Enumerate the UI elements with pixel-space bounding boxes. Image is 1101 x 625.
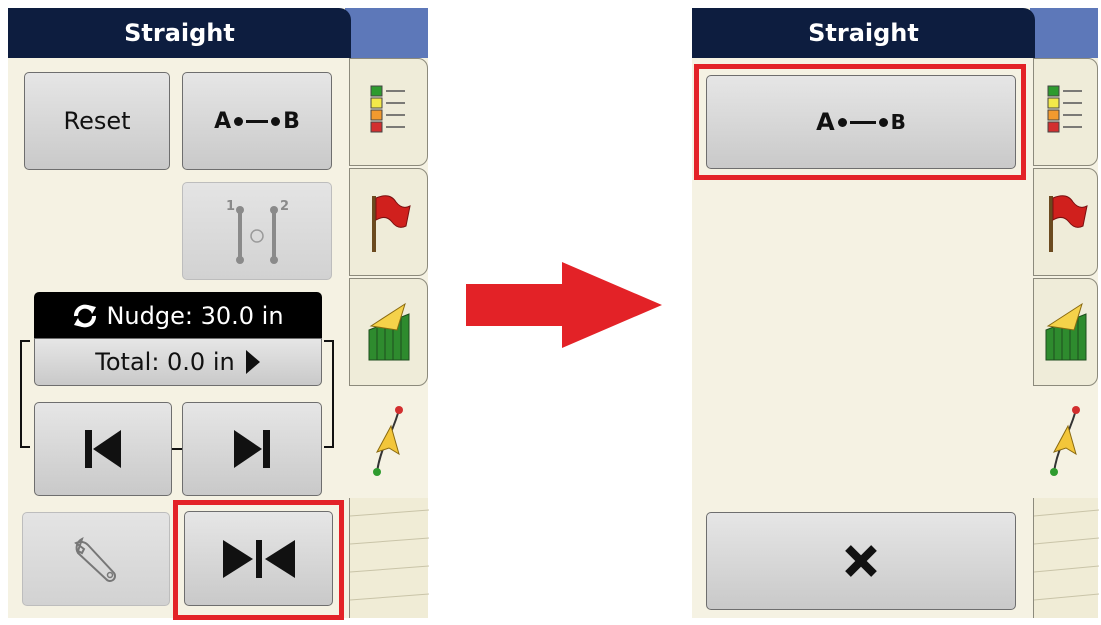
recenter-button[interactable] bbox=[184, 511, 333, 606]
ab-line-button-right[interactable]: A B bbox=[706, 75, 1016, 169]
point-1-label: 1 bbox=[226, 199, 235, 214]
right-bracket bbox=[324, 340, 334, 448]
wrench-icon bbox=[74, 536, 116, 582]
ab-point-a: A bbox=[214, 108, 232, 134]
right-top-strip bbox=[1030, 8, 1098, 58]
reset-button-label: Reset bbox=[63, 107, 131, 135]
map-grid bbox=[1033, 509, 1100, 601]
right-map-preview bbox=[1033, 498, 1100, 618]
ab-line-button[interactable]: A B bbox=[182, 72, 332, 170]
point-2-label: 2 bbox=[280, 199, 289, 214]
arrow-right-icon bbox=[466, 262, 662, 348]
nudge-header[interactable]: Nudge: 30.0 in bbox=[34, 292, 322, 340]
two-point-icon: 1 2 bbox=[226, 199, 289, 264]
ab-line-icon bbox=[849, 120, 876, 124]
ab-point-b: B bbox=[283, 108, 300, 134]
total-button[interactable]: Total: 0.0 in bbox=[34, 338, 322, 386]
play-right-icon bbox=[245, 350, 260, 374]
reset-button[interactable]: Reset bbox=[24, 72, 170, 170]
guidance-line-icon bbox=[372, 406, 403, 476]
ab-line-icon bbox=[246, 119, 269, 123]
left-top-strip bbox=[345, 8, 428, 58]
shift-left-icon bbox=[85, 430, 121, 468]
ab-point-a-right: A bbox=[816, 108, 835, 136]
two-point-button[interactable]: 1 2 bbox=[182, 182, 332, 280]
ab-dot-a-icon bbox=[837, 117, 847, 127]
right-panel-title: Straight bbox=[692, 8, 1035, 58]
left-bracket bbox=[20, 340, 30, 448]
field-coverage-icon bbox=[1045, 302, 1086, 361]
left-panel-title: Straight bbox=[8, 8, 351, 58]
flag-icon bbox=[371, 195, 411, 252]
refresh-icon bbox=[74, 304, 97, 328]
settings-button[interactable] bbox=[22, 512, 170, 606]
tab-legend[interactable] bbox=[349, 58, 428, 166]
tab-field[interactable] bbox=[349, 278, 428, 386]
tab-guidance[interactable] bbox=[349, 388, 428, 496]
map-grid bbox=[349, 509, 430, 601]
ab-label-right: A B bbox=[816, 108, 906, 136]
tab-flag[interactable] bbox=[349, 168, 428, 276]
cancel-button[interactable] bbox=[706, 512, 1016, 610]
shift-right-icon bbox=[234, 430, 270, 468]
field-coverage-icon bbox=[368, 302, 409, 361]
shift-right-button[interactable] bbox=[182, 402, 322, 496]
nudge-label: Nudge: 30.0 in bbox=[106, 302, 284, 330]
ab-point-b-right: B bbox=[890, 110, 906, 134]
tab-flag-right[interactable] bbox=[1033, 168, 1098, 276]
guidance-line-icon bbox=[1049, 406, 1080, 476]
ab-dot-a-icon bbox=[234, 116, 244, 126]
ab-dot-b-icon bbox=[878, 117, 888, 127]
shift-left-button[interactable] bbox=[34, 402, 172, 496]
flag-icon bbox=[1048, 195, 1088, 252]
legend-icon bbox=[1047, 85, 1082, 133]
total-label: Total: 0.0 in bbox=[95, 348, 235, 376]
tab-guidance-right[interactable] bbox=[1033, 388, 1098, 496]
ab-label: A B bbox=[214, 109, 300, 134]
left-map-preview bbox=[349, 498, 430, 618]
legend-icon bbox=[370, 85, 405, 133]
ab-dot-b-icon bbox=[271, 116, 281, 126]
bracket-connector bbox=[172, 448, 182, 450]
tab-legend-right[interactable] bbox=[1033, 58, 1098, 166]
close-icon bbox=[845, 545, 877, 577]
recenter-icon bbox=[222, 539, 295, 578]
tab-field-right[interactable] bbox=[1033, 278, 1098, 386]
